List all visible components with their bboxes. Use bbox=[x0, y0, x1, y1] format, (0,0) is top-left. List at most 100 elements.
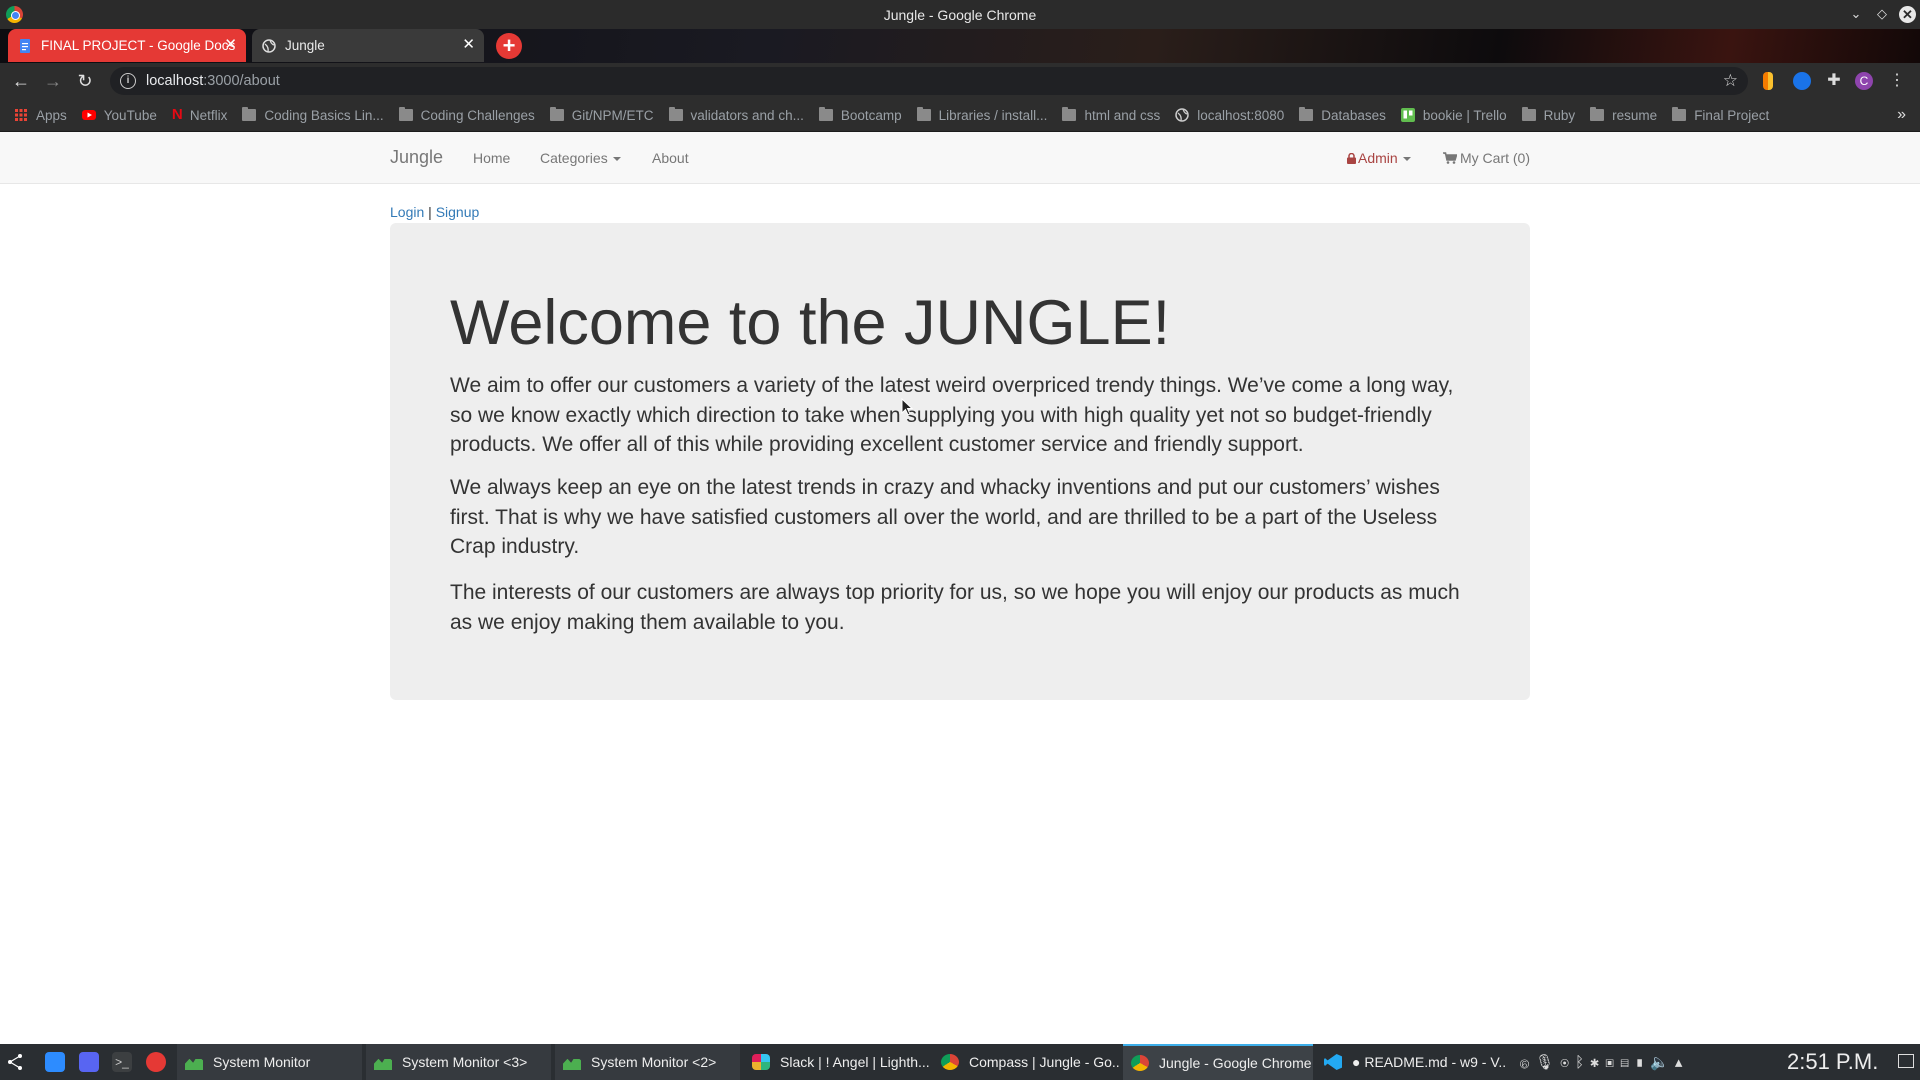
bookmark-folder[interactable]: Coding Challenges bbox=[398, 107, 535, 123]
bookmark-folder[interactable]: Bootcamp bbox=[818, 107, 902, 123]
network-icon[interactable]: ▣ bbox=[1605, 1054, 1620, 1071]
device-icon[interactable]: ▤ bbox=[1620, 1054, 1635, 1071]
taskbar-item-system-monitor-2[interactable]: System Monitor <2> bbox=[555, 1044, 740, 1080]
site-brand-link[interactable]: Jungle bbox=[390, 147, 443, 168]
bookmark-folder[interactable]: Final Project bbox=[1672, 107, 1769, 123]
bookmark-folder[interactable]: Git/NPM/ETC bbox=[549, 107, 654, 123]
back-icon[interactable]: ← bbox=[11, 71, 31, 91]
new-tab-button[interactable]: + bbox=[496, 33, 522, 59]
tab-label: Jungle bbox=[285, 38, 325, 53]
folder-icon bbox=[398, 107, 413, 121]
nav-cart-link[interactable]: My Cart (0) bbox=[1443, 150, 1530, 166]
window-title: Jungle - Google Chrome bbox=[883, 6, 1037, 23]
bookmark-label: Libraries / install... bbox=[938, 107, 1048, 123]
discord-icon[interactable] bbox=[79, 1052, 99, 1072]
taskbar-item-system-monitor[interactable]: System Monitor bbox=[177, 1044, 362, 1080]
folder-icon bbox=[818, 107, 833, 121]
profile-avatar[interactable]: C bbox=[1855, 72, 1873, 90]
battery-icon[interactable]: ▮ bbox=[1635, 1054, 1650, 1071]
show-desktop-icon[interactable] bbox=[1898, 1054, 1914, 1068]
close-window-icon[interactable]: ✕ bbox=[1899, 6, 1916, 23]
slack-icon bbox=[752, 1054, 770, 1070]
tray-expand-icon[interactable]: ▴ bbox=[1675, 1054, 1689, 1071]
notification-icon[interactable]: ⑥ bbox=[1520, 1054, 1535, 1071]
bookmark-folder[interactable]: Libraries / install... bbox=[916, 107, 1048, 123]
login-link[interactable]: Login bbox=[390, 204, 424, 220]
system-taskbar: >_ System Monitor System Monitor <3> Sys… bbox=[0, 1044, 1920, 1080]
forward-icon[interactable]: → bbox=[43, 71, 63, 91]
menu-kebab-icon[interactable]: ⋮ bbox=[1888, 72, 1906, 90]
trello-icon bbox=[1400, 108, 1415, 122]
terminal-icon[interactable]: >_ bbox=[112, 1052, 132, 1072]
bookmark-label: validators and ch... bbox=[690, 107, 804, 123]
tab-label: FINAL PROJECT - Google Docs bbox=[41, 38, 236, 53]
bookmark-netflix[interactable]: N Netflix bbox=[172, 107, 228, 123]
reload-icon[interactable]: ↻ bbox=[75, 71, 95, 91]
taskbar-item-chrome-jungle[interactable]: Jungle - Google Chrome bbox=[1123, 1044, 1313, 1080]
bookmark-label: Databases bbox=[1321, 107, 1386, 123]
nav-about-link[interactable]: About bbox=[652, 150, 689, 166]
nav-categories-dropdown[interactable]: Categories bbox=[540, 150, 621, 166]
bookmark-youtube[interactable]: YouTube bbox=[81, 107, 157, 123]
more-bookmarks-icon[interactable]: » bbox=[1897, 106, 1906, 124]
caret-down-icon bbox=[612, 157, 621, 162]
bookmark-star-icon[interactable]: ☆ bbox=[1723, 71, 1738, 91]
taskbar-item-chrome-compass[interactable]: Compass | Jungle - Go... bbox=[933, 1044, 1119, 1080]
signup-link[interactable]: Signup bbox=[436, 204, 480, 220]
bookmark-folder[interactable]: resume bbox=[1590, 107, 1657, 123]
taskbar-item-vscode[interactable]: ● README.md - w9 - V... bbox=[1316, 1044, 1506, 1080]
globe-icon bbox=[1175, 108, 1189, 122]
tab-jungle[interactable]: Jungle ✕ bbox=[252, 29, 484, 62]
site-info-icon[interactable]: i bbox=[120, 73, 136, 89]
maximize-icon[interactable]: ◇ bbox=[1872, 4, 1892, 24]
address-bar[interactable]: i localhost:3000/about ☆ bbox=[110, 67, 1748, 95]
bookmark-trello[interactable]: bookie | Trello bbox=[1400, 108, 1507, 123]
close-tab-icon[interactable]: ✕ bbox=[462, 37, 475, 53]
vpn-icon[interactable]: ◉ bbox=[1560, 1054, 1575, 1071]
taskbar-item-slack[interactable]: Slack | ! Angel | Lighth... bbox=[744, 1044, 930, 1080]
system-tray: ⑥🎙◉ᛒ✱▣▤▮🔈▴ bbox=[1520, 1053, 1688, 1071]
folder-icon bbox=[1299, 107, 1314, 121]
bookmark-folder[interactable]: validators and ch... bbox=[668, 107, 804, 123]
bookmark-folder[interactable]: Coding Basics Lin... bbox=[242, 107, 384, 123]
close-tab-icon[interactable]: ✕ bbox=[224, 37, 237, 53]
about-jumbotron: Welcome to the JUNGLE! We aim to offer o… bbox=[390, 223, 1530, 700]
nav-cart-label: My Cart (0) bbox=[1460, 150, 1530, 166]
folder-icon bbox=[242, 107, 257, 121]
volume-icon[interactable]: 🔈 bbox=[1650, 1054, 1675, 1071]
bookmark-label: YouTube bbox=[103, 107, 157, 123]
microphone-icon[interactable]: 🎙 bbox=[1535, 1054, 1560, 1071]
taskbar-clock[interactable]: 2:51 P.M. bbox=[1787, 1049, 1878, 1075]
nav-admin-dropdown[interactable]: Admin bbox=[1347, 150, 1411, 166]
nav-home-link[interactable]: Home bbox=[473, 150, 510, 166]
taskbar-item-system-monitor-3[interactable]: System Monitor <3> bbox=[366, 1044, 551, 1080]
bookmark-label: Coding Challenges bbox=[420, 107, 535, 123]
taskbar-item-label: System Monitor <3> bbox=[402, 1054, 528, 1070]
taskbar-item-label: System Monitor bbox=[213, 1054, 311, 1070]
page-title: Welcome to the JUNGLE! bbox=[450, 288, 1171, 358]
slack-tray-icon[interactable]: ✱ bbox=[1590, 1054, 1605, 1071]
zoom-icon[interactable] bbox=[45, 1052, 65, 1072]
tab-google-docs[interactable]: FINAL PROJECT - Google Docs ✕ bbox=[8, 29, 246, 62]
bookmark-folder[interactable]: Databases bbox=[1299, 107, 1386, 123]
bookmark-folder[interactable]: html and css bbox=[1062, 107, 1161, 123]
bluetooth-icon[interactable]: ᛒ bbox=[1575, 1054, 1590, 1071]
bookmark-label: Bootcamp bbox=[840, 107, 902, 123]
minimize-icon[interactable]: ⌄ bbox=[1846, 4, 1866, 24]
bookmark-folder[interactable]: Ruby bbox=[1521, 107, 1575, 123]
chrome-icon bbox=[1131, 1055, 1149, 1071]
extension-icon[interactable] bbox=[1793, 72, 1811, 90]
caret-down-icon bbox=[1402, 157, 1411, 162]
extension-icon[interactable] bbox=[1763, 72, 1773, 90]
bookmark-label: html and css bbox=[1084, 107, 1161, 123]
extensions-puzzle-icon[interactable]: ✚ bbox=[1825, 72, 1843, 90]
taskbar-item-label: Slack | ! Angel | Lighth... bbox=[780, 1054, 930, 1070]
site-navbar: Jungle Home Categories About Admin My Ca… bbox=[0, 132, 1920, 184]
folder-icon bbox=[549, 107, 564, 121]
lock-icon bbox=[1347, 152, 1356, 164]
media-player-icon[interactable] bbox=[146, 1052, 166, 1072]
bookmark-localhost[interactable]: localhost:8080 bbox=[1175, 108, 1284, 123]
application-launcher-icon[interactable] bbox=[6, 1052, 26, 1072]
bookmark-apps[interactable]: Apps bbox=[14, 108, 67, 123]
nav-categories-label: Categories bbox=[540, 150, 608, 166]
